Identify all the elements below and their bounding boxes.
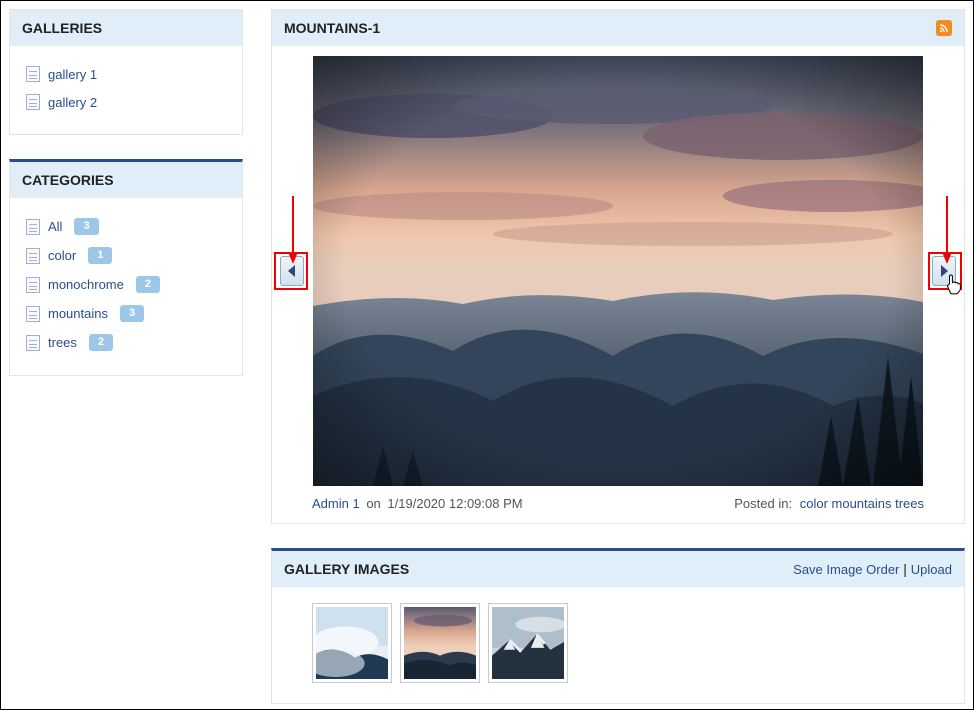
page-icon xyxy=(26,66,40,82)
hero-wrap xyxy=(272,56,964,486)
rss-icon[interactable] xyxy=(936,20,952,36)
chevron-right-icon xyxy=(939,265,949,277)
category-count-badge: 2 xyxy=(89,334,113,351)
posted-in-label: Posted in: xyxy=(734,496,792,511)
posted-in-tags[interactable]: color mountains trees xyxy=(800,496,924,511)
image-panel-header: MOUNTAINS-1 xyxy=(272,10,964,46)
image-meta-right: Posted in: color mountains trees xyxy=(734,496,924,511)
page-icon xyxy=(26,335,40,351)
thumbnail[interactable] xyxy=(488,603,568,683)
category-link[interactable]: monochrome xyxy=(48,277,124,292)
categories-panel: CATEGORIES All 3 color 1 xyxy=(9,159,243,376)
divider: | xyxy=(903,561,911,577)
upload-link[interactable]: Upload xyxy=(911,562,952,577)
galleries-panel: GALLERIES gallery 1 gallery 2 xyxy=(9,9,243,135)
page-icon xyxy=(26,219,40,235)
category-link[interactable]: mountains xyxy=(48,306,108,321)
category-count-badge: 3 xyxy=(74,218,98,235)
galleries-title: GALLERIES xyxy=(22,20,102,36)
galleries-list: gallery 1 gallery 2 xyxy=(24,60,228,116)
gallery-images-title: GALLERY IMAGES xyxy=(284,561,409,577)
image-meta-row: Admin 1 on 1/19/2020 12:09:08 PM Posted … xyxy=(272,486,964,517)
prev-image-button[interactable] xyxy=(280,256,304,286)
image-meta-left: Admin 1 on 1/19/2020 12:09:08 PM xyxy=(312,496,523,511)
category-count-badge: 2 xyxy=(136,276,160,293)
galleries-header: GALLERIES xyxy=(10,10,242,46)
next-image-button[interactable] xyxy=(932,256,956,286)
gallery-images-panel: GALLERY IMAGES Save Image Order | Upload xyxy=(271,548,965,704)
categories-title: CATEGORIES xyxy=(22,172,114,188)
page-icon xyxy=(26,277,40,293)
chevron-left-icon xyxy=(287,265,297,277)
image-timestamp: 1/19/2020 12:09:08 PM xyxy=(387,496,522,511)
thumbnail[interactable] xyxy=(312,603,392,683)
image-panel: MOUNTAINS-1 xyxy=(271,9,965,524)
save-image-order-link[interactable]: Save Image Order xyxy=(793,562,899,577)
category-item[interactable]: color 1 xyxy=(24,241,228,270)
thumbnail-row xyxy=(286,601,950,693)
gallery-link[interactable]: gallery 2 xyxy=(48,95,97,110)
page-icon xyxy=(26,248,40,264)
category-item[interactable]: monochrome 2 xyxy=(24,270,228,299)
gallery-item[interactable]: gallery 1 xyxy=(24,60,228,88)
gallery-item[interactable]: gallery 2 xyxy=(24,88,228,116)
category-item[interactable]: trees 2 xyxy=(24,328,228,357)
gallery-images-actions: Save Image Order | Upload xyxy=(793,561,952,577)
category-item[interactable]: All 3 xyxy=(24,212,228,241)
page-icon xyxy=(26,306,40,322)
thumbnail[interactable] xyxy=(400,603,480,683)
category-link[interactable]: color xyxy=(48,248,76,263)
page-icon xyxy=(26,94,40,110)
hero-image[interactable] xyxy=(313,56,923,486)
gallery-images-header: GALLERY IMAGES Save Image Order | Upload xyxy=(272,551,964,587)
category-link[interactable]: All xyxy=(48,219,62,234)
image-title: MOUNTAINS-1 xyxy=(284,20,380,36)
categories-header: CATEGORIES xyxy=(10,162,242,198)
category-link[interactable]: trees xyxy=(48,335,77,350)
categories-list: All 3 color 1 monochrome 2 xyxy=(24,212,228,357)
author-link[interactable]: Admin 1 xyxy=(312,496,360,511)
gallery-link[interactable]: gallery 1 xyxy=(48,67,97,82)
category-item[interactable]: mountains 3 xyxy=(24,299,228,328)
category-count-badge: 3 xyxy=(120,305,144,322)
category-count-badge: 1 xyxy=(88,247,112,264)
meta-on: on xyxy=(366,496,380,511)
